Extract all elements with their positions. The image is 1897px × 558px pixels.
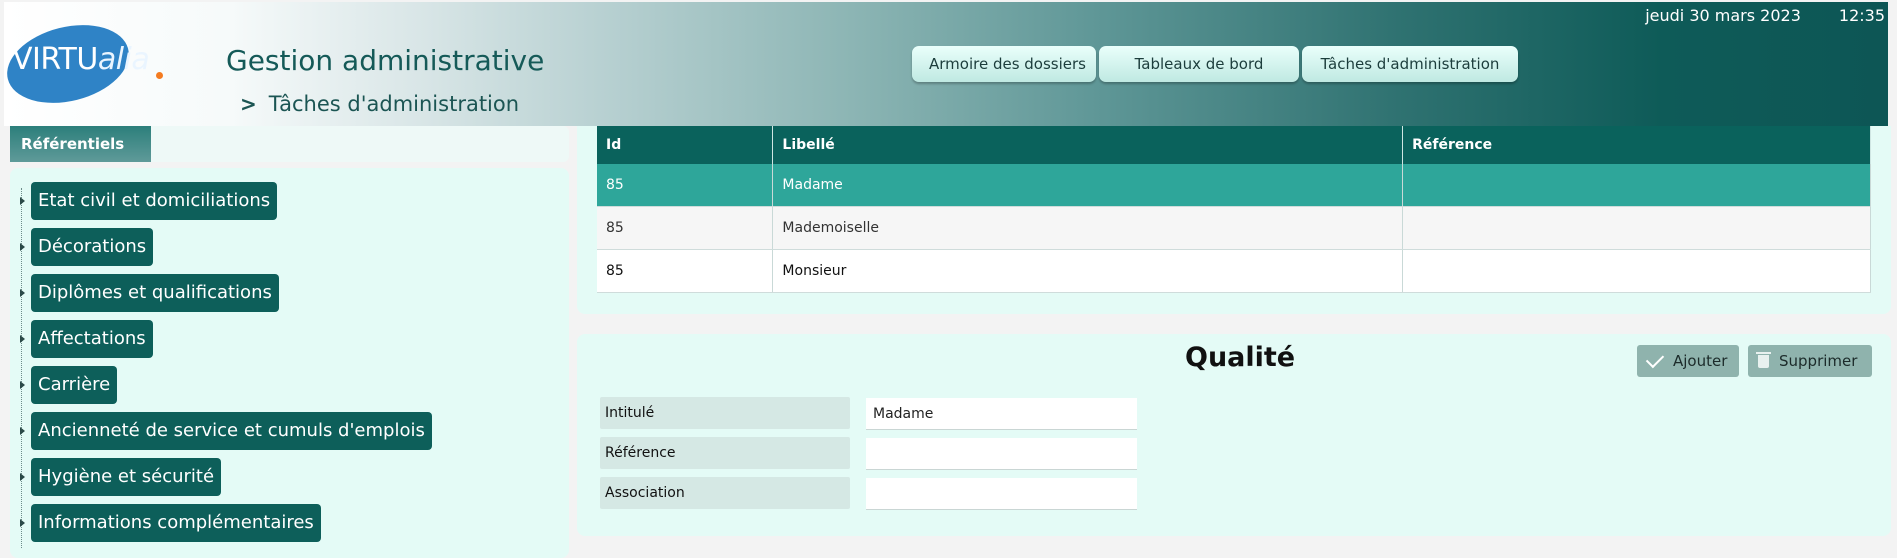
tree-item-label[interactable]: Diplômes et qualifications xyxy=(31,274,279,312)
logo: VIRTUalia xyxy=(12,42,150,77)
tab-strip xyxy=(151,126,569,162)
cell-reference[interactable] xyxy=(1402,164,1871,207)
chevron-right-icon: > xyxy=(240,92,257,116)
expand-arrow-icon[interactable] xyxy=(20,381,25,389)
logo-suffix: alia xyxy=(97,42,150,77)
tree-item-etat-civil[interactable]: Etat civil et domiciliations xyxy=(20,182,278,220)
cell-libelle[interactable]: Mademoiselle xyxy=(772,206,1404,250)
column-header-id[interactable]: Id xyxy=(597,126,774,164)
main-navigation: Armoire des dossiers Tableaux de bord Tâ… xyxy=(912,46,1518,82)
tree-item-label[interactable]: Informations complémentaires xyxy=(31,504,321,542)
field-label-reference: Référence xyxy=(600,437,850,469)
tree-item-carriere[interactable]: Carrière xyxy=(20,366,118,404)
add-button-label: Ajouter xyxy=(1673,352,1728,370)
tree-item-hygiene[interactable]: Hygiène et sécurité xyxy=(20,458,222,496)
logo-prefix: VIRTU xyxy=(12,42,98,77)
referentiels-panel xyxy=(10,168,569,558)
reference-field[interactable] xyxy=(866,438,1137,470)
add-button[interactable]: Ajouter xyxy=(1637,345,1739,377)
delete-button-label: Supprimer xyxy=(1779,352,1858,370)
intitule-field[interactable] xyxy=(866,398,1137,430)
trash-icon xyxy=(1756,351,1771,368)
field-label-intitule: Intitulé xyxy=(600,397,850,429)
table-header-row: Id Libellé Référence xyxy=(597,126,1871,164)
tree-item-label[interactable]: Hygiène et sécurité xyxy=(31,458,222,496)
breadcrumb: > Tâches d'administration xyxy=(240,92,519,116)
table-row[interactable]: 85 Mademoiselle xyxy=(597,206,1871,250)
app-title: Gestion administrative xyxy=(226,44,545,77)
expand-arrow-icon[interactable] xyxy=(20,335,25,343)
column-header-libelle[interactable]: Libellé xyxy=(772,126,1404,164)
cell-reference[interactable] xyxy=(1402,206,1871,250)
tree-item-affectations[interactable]: Affectations xyxy=(20,320,153,358)
delete-button[interactable]: Supprimer xyxy=(1748,345,1872,377)
tree-item-diplomes[interactable]: Diplômes et qualifications xyxy=(20,274,279,312)
cell-reference[interactable] xyxy=(1402,249,1871,293)
table-row[interactable]: 85 Monsieur xyxy=(597,249,1871,293)
field-label-association: Association xyxy=(600,477,850,509)
cell-libelle[interactable]: Monsieur xyxy=(772,249,1404,293)
nav-tab-armoire-dossiers[interactable]: Armoire des dossiers xyxy=(912,46,1096,82)
expand-arrow-icon[interactable] xyxy=(20,427,25,435)
cell-libelle[interactable]: Madame xyxy=(772,164,1404,207)
cell-id[interactable]: 85 xyxy=(597,164,774,207)
current-date: jeudi 30 mars 2023 xyxy=(1645,6,1801,25)
cell-id[interactable]: 85 xyxy=(597,249,774,293)
tree-item-label[interactable]: Ancienneté de service et cumuls d'emploi… xyxy=(31,412,432,450)
expand-arrow-icon[interactable] xyxy=(20,473,25,481)
form-title: Qualité xyxy=(1185,342,1296,373)
cell-id[interactable]: 85 xyxy=(597,206,774,250)
expand-arrow-icon[interactable] xyxy=(20,289,25,297)
nav-tab-taches-administration[interactable]: Tâches d'administration xyxy=(1302,46,1518,82)
tree-item-label[interactable]: Décorations xyxy=(31,228,154,266)
tree-item-informations[interactable]: Informations complémentaires xyxy=(20,504,321,542)
check-icon xyxy=(1645,349,1665,369)
tree-item-label[interactable]: Etat civil et domiciliations xyxy=(31,182,278,220)
tree-item-label[interactable]: Affectations xyxy=(31,320,153,358)
expand-arrow-icon[interactable] xyxy=(20,519,25,527)
tab-referentiels[interactable]: Référentiels xyxy=(10,126,151,162)
nav-tab-tableaux-de-bord[interactable]: Tableaux de bord xyxy=(1099,46,1299,82)
breadcrumb-label[interactable]: Tâches d'administration xyxy=(269,92,519,116)
data-table: Id Libellé Référence 85 Madame 85 Mademo… xyxy=(597,126,1871,293)
table-row[interactable]: 85 Madame xyxy=(597,164,1871,207)
column-header-reference[interactable]: Référence xyxy=(1402,126,1871,164)
association-field[interactable] xyxy=(866,478,1137,510)
expand-arrow-icon[interactable] xyxy=(20,197,25,205)
tree-item-anciennete[interactable]: Ancienneté de service et cumuls d'emploi… xyxy=(20,412,432,450)
tree-item-decorations[interactable]: Décorations xyxy=(20,228,154,266)
logo-dot xyxy=(156,72,163,79)
tree-item-label[interactable]: Carrière xyxy=(31,366,118,404)
expand-arrow-icon[interactable] xyxy=(20,243,25,251)
date-time-display: jeudi 30 mars 2023 12:35 xyxy=(1645,6,1885,25)
current-time: 12:35 xyxy=(1838,6,1885,25)
